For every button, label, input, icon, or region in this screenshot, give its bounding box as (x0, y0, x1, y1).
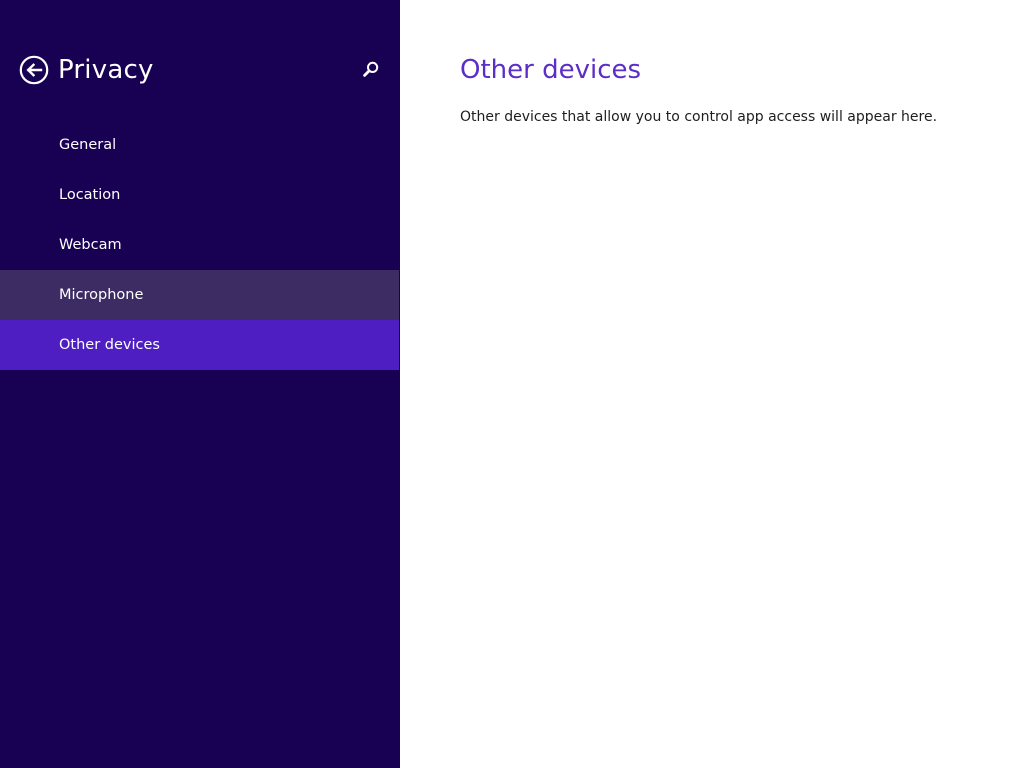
sidebar-item-other-devices[interactable]: Other devices (0, 320, 399, 370)
back-button[interactable] (19, 55, 49, 85)
sidebar-item-microphone[interactable]: Microphone (0, 270, 399, 320)
sidebar-header: Privacy (0, 0, 400, 140)
back-arrow-circle-icon (19, 55, 49, 85)
sidebar: Privacy General Location Webcam Micropho… (0, 0, 400, 768)
page-description: Other devices that allow you to control … (460, 109, 938, 125)
sidebar-item-location[interactable]: Location (0, 170, 399, 220)
sidebar-item-label: Microphone (59, 287, 144, 303)
search-button[interactable] (360, 59, 382, 81)
sidebar-item-label: Other devices (59, 337, 160, 353)
privacy-navigation: General Location Webcam Microphone Other… (0, 120, 400, 370)
main-content: Other devices Other devices that allow y… (400, 0, 1024, 768)
sidebar-item-webcam[interactable]: Webcam (0, 220, 399, 270)
search-icon (360, 59, 382, 81)
privacy-settings-window: Privacy General Location Webcam Micropho… (0, 0, 1024, 768)
sidebar-item-label: Webcam (59, 237, 122, 253)
sidebar-item-label: Location (59, 187, 121, 203)
sidebar-title: Privacy (58, 55, 154, 85)
sidebar-item-label: General (59, 137, 117, 153)
page-title: Other devices (460, 55, 642, 85)
sidebar-item-general[interactable]: General (0, 120, 399, 170)
